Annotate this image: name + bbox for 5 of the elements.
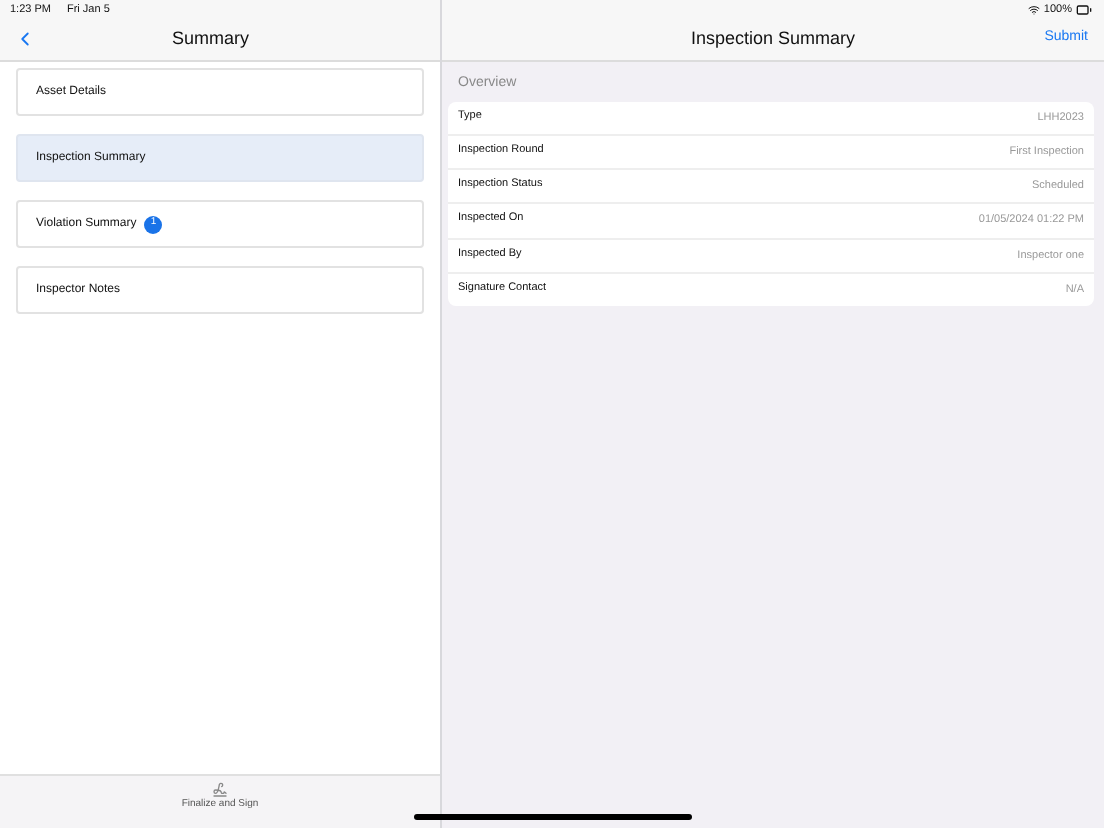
signature-icon xyxy=(211,782,228,798)
sidebar-title: Summary xyxy=(172,25,250,52)
detail-title: Inspection Summary xyxy=(690,25,856,52)
wifi-icon xyxy=(1027,4,1040,17)
battery-icon xyxy=(1076,2,1092,19)
